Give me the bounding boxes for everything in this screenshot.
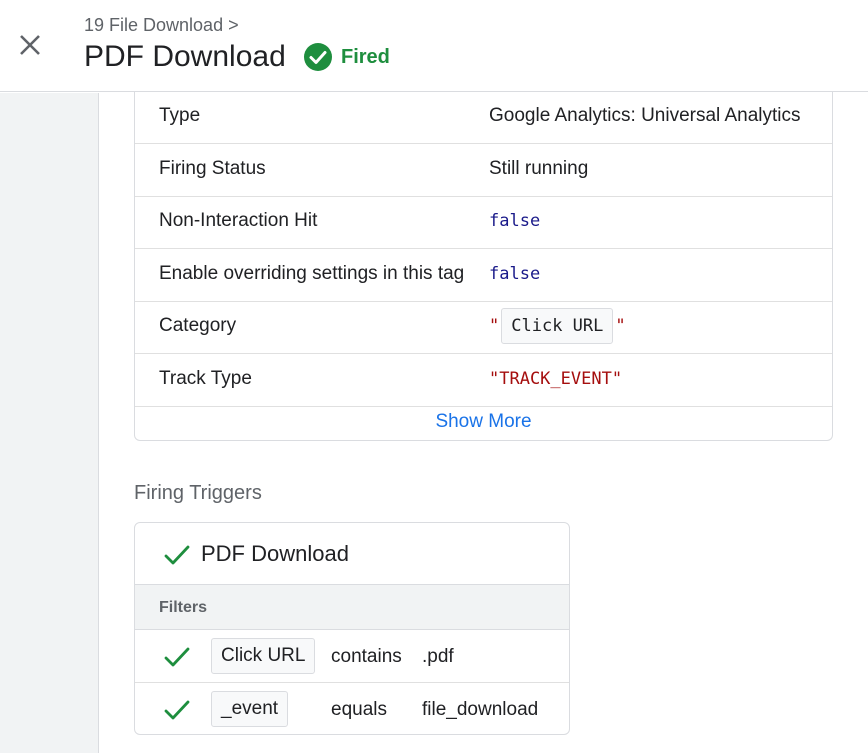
checkmark-icon: [164, 647, 190, 667]
property-value: Google Analytics: Universal Analytics: [489, 105, 801, 126]
left-panel: [0, 93, 99, 753]
show-more-link[interactable]: Show More: [135, 407, 832, 437]
property-row-category: Category " Click URL ": [135, 301, 832, 354]
property-row-enable-overriding: Enable overriding settings in this tag f…: [135, 249, 832, 302]
close-icon[interactable]: [13, 28, 47, 62]
property-value: false: [489, 211, 541, 231]
property-value: " Click URL ": [489, 301, 626, 351]
filter-value: .pdf: [422, 646, 454, 667]
status-badge: Fired: [303, 42, 390, 72]
property-key: Category: [159, 315, 237, 336]
check-circle-icon: [304, 43, 332, 71]
filters-label: Filters: [159, 599, 208, 616]
filter-row: _event equals file_download: [135, 683, 569, 734]
property-value: false: [489, 264, 541, 284]
property-key: Type: [159, 105, 201, 126]
property-row-non-interaction-hit: Non-Interaction Hit false: [135, 196, 832, 249]
close-button[interactable]: [13, 28, 47, 62]
header: 19 File Download > PDF Download Fired: [0, 0, 868, 92]
trigger-card: PDF Download Filters Click URL contains …: [134, 522, 570, 735]
property-value: Still running: [489, 158, 589, 179]
property-key: Track Type: [159, 368, 252, 389]
filter-value: file_download: [422, 699, 539, 720]
variable-chip: Click URL: [501, 307, 614, 344]
trigger-name: PDF Download: [201, 541, 349, 566]
filter-operator: contains: [331, 646, 402, 667]
filter-variable-chip: Click URL: [211, 638, 316, 674]
tag-properties-table: Type Google Analytics: Universal Analyti…: [134, 92, 833, 441]
trigger-header[interactable]: PDF Download: [135, 523, 569, 585]
filter-operator: equals: [331, 699, 387, 720]
property-value: "TRACK_EVENT": [489, 369, 623, 389]
breadcrumb[interactable]: 19 File Download >: [84, 15, 239, 36]
property-row-firing-status: Firing Status Still running: [135, 144, 832, 197]
page-title: PDF Download: [84, 40, 286, 73]
property-key: Firing Status: [159, 158, 266, 179]
property-row-type: Type Google Analytics: Universal Analyti…: [135, 92, 832, 144]
quote-close: ": [615, 316, 626, 336]
quote-open: ": [489, 316, 500, 336]
property-row-track-type: Track Type "TRACK_EVENT": [135, 354, 832, 407]
property-key: Non-Interaction Hit: [159, 210, 318, 231]
filters-header: Filters: [135, 585, 569, 630]
property-key: Enable overriding settings in this tag: [159, 263, 465, 284]
filter-variable-chip: _event: [211, 691, 289, 727]
status-label: Fired: [341, 45, 390, 68]
filter-row: Click URL contains .pdf: [135, 630, 569, 683]
firing-triggers-heading: Firing Triggers: [134, 482, 262, 504]
checkmark-icon: [164, 700, 190, 720]
checkmark-icon: [164, 545, 190, 565]
